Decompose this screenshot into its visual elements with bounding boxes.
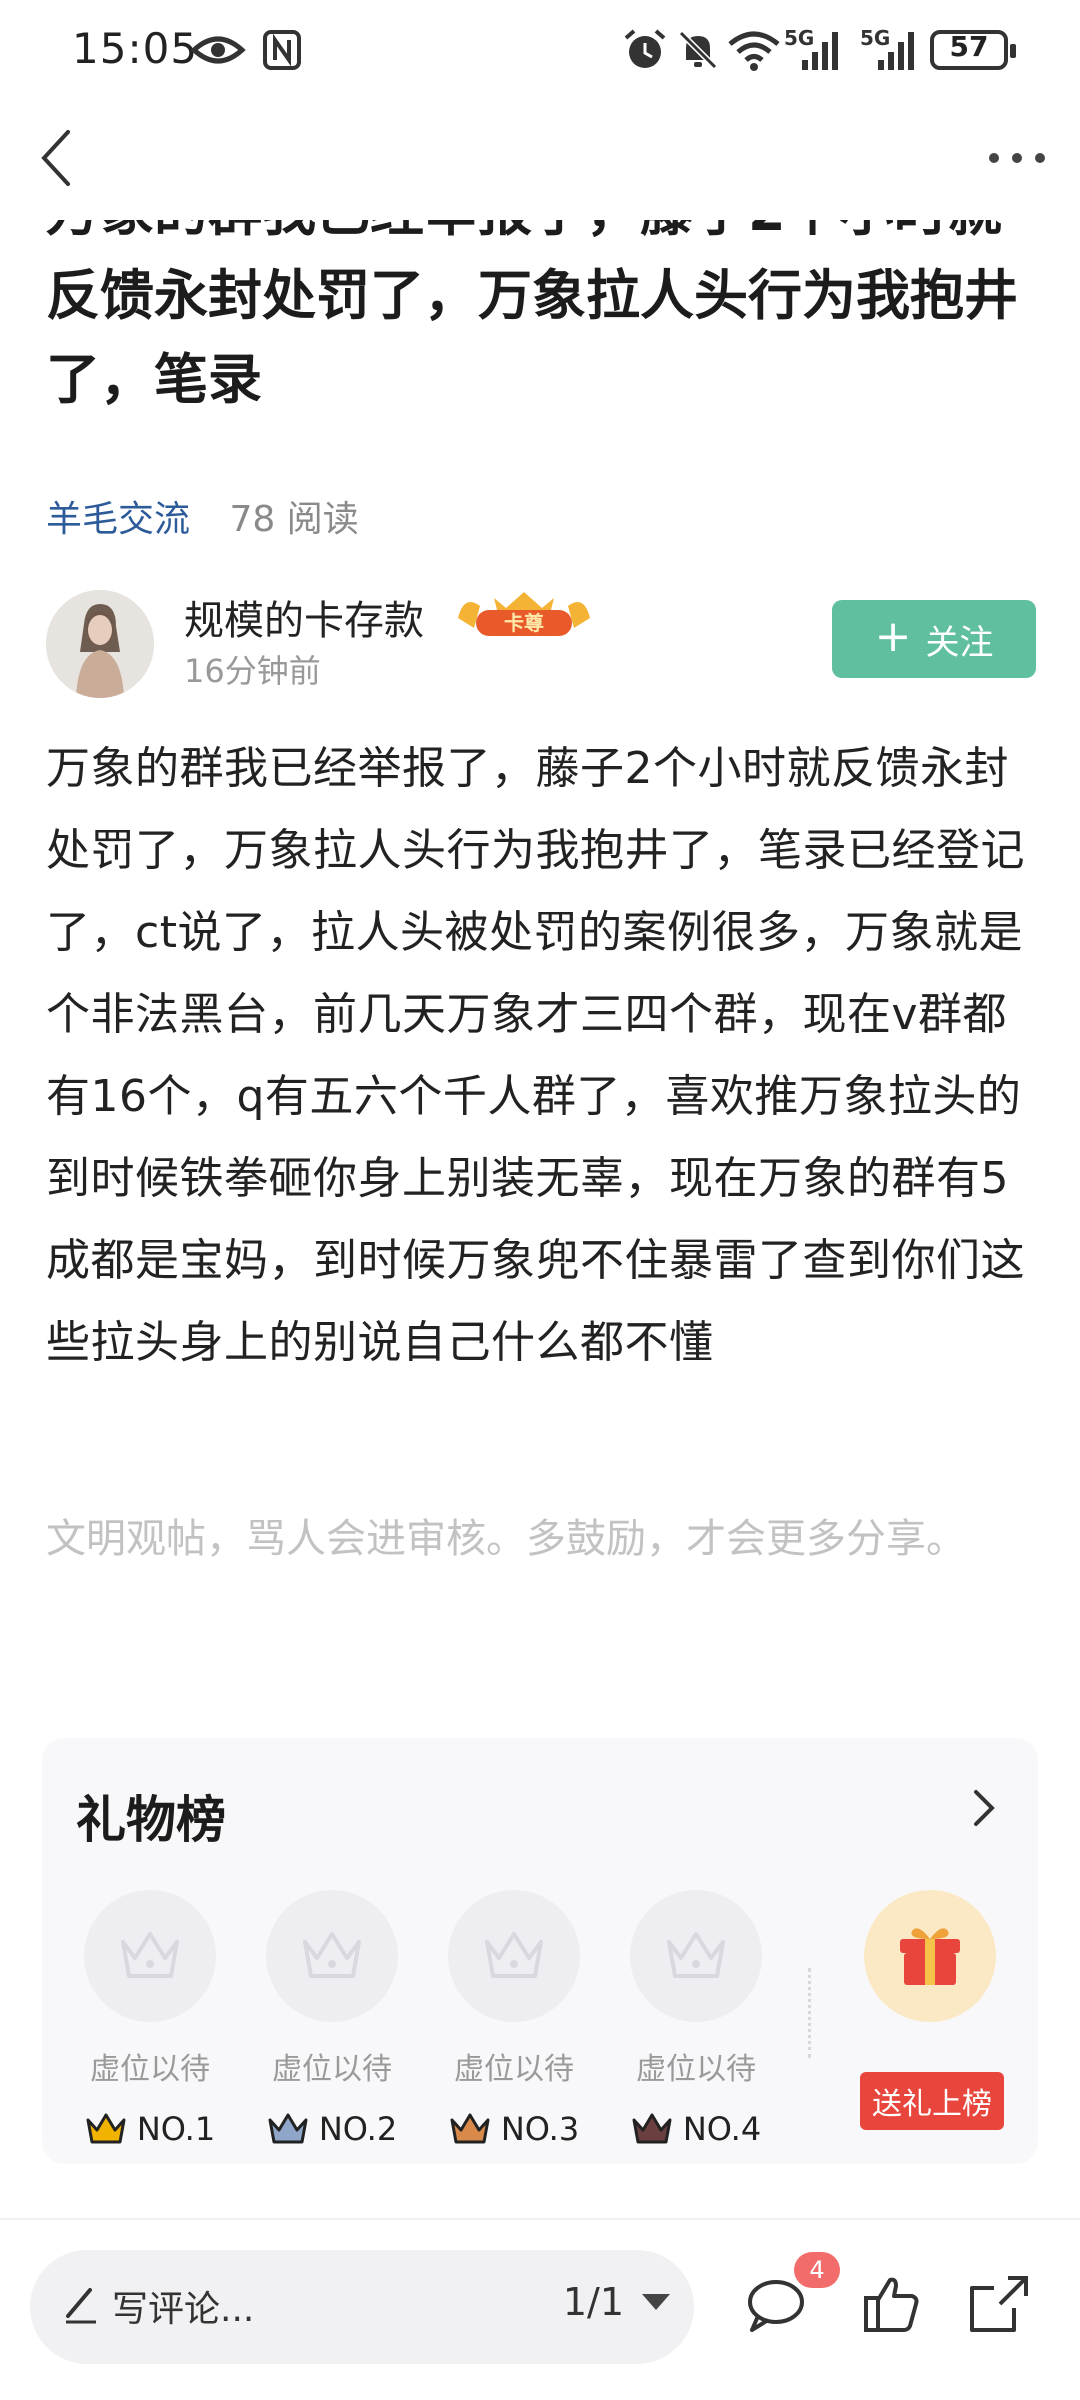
rank-label: NO.3: [444, 2110, 584, 2148]
like-icon[interactable]: [856, 2268, 928, 2340]
crown-bronze-icon: [450, 2113, 490, 2144]
crown-badge-icon: 卡尊: [458, 592, 590, 636]
post-title: 万象的群我已经举报了，藤子2个小时就反馈永封处罚了，万象拉人头行为我抱井了，笔录: [46, 220, 1018, 411]
category-link[interactable]: 羊毛交流: [46, 499, 190, 540]
post-meta: 羊毛交流 78 阅读: [46, 490, 359, 542]
comment-placeholder: 写评论...: [112, 2289, 255, 2330]
caret-down-icon[interactable]: [642, 2294, 670, 2310]
eye-icon: [190, 36, 246, 64]
gift-slot-1[interactable]: 虚位以待 NO.1: [80, 1890, 220, 2148]
empty-crown-icon: [266, 1890, 398, 2022]
author-name[interactable]: 规模的卡存款: [184, 588, 424, 646]
gift-box-icon[interactable]: [864, 1890, 996, 2022]
rank-text: NO.1: [136, 2110, 216, 2148]
battery-icon: 57: [930, 30, 1016, 70]
comment-count-badge: 4: [794, 2252, 840, 2288]
empty-crown-icon: [84, 1890, 216, 2022]
share-icon[interactable]: [962, 2268, 1034, 2340]
avatar-image: [46, 590, 154, 698]
divider: [808, 1968, 812, 2058]
rank-label: NO.2: [262, 2110, 402, 2148]
badge-label: 卡尊: [504, 611, 544, 635]
rank-label: NO.4: [626, 2110, 766, 2148]
alarm-icon: [624, 29, 666, 68]
signal-icon: [878, 32, 914, 70]
slot-label: 虚位以待: [272, 2052, 392, 2087]
avatar[interactable]: [46, 590, 154, 698]
bell-off-icon: [678, 30, 718, 70]
rank-text: NO.4: [682, 2110, 762, 2148]
gift-slot-2[interactable]: 虚位以待 NO.2: [262, 1890, 402, 2148]
comment-input[interactable]: 写评论... 1/1: [30, 2250, 694, 2364]
send-gift-button[interactable]: 送礼上榜: [860, 2072, 1004, 2130]
battery-level: 57: [949, 30, 989, 63]
more-dots-icon[interactable]: [972, 122, 1062, 194]
empty-crown-icon: [630, 1890, 762, 2022]
page-indicator[interactable]: 1/1: [563, 2280, 624, 2324]
back-button[interactable]: [24, 122, 96, 194]
pen-icon: [66, 2288, 96, 2324]
crown-silver-icon: [268, 2113, 308, 2144]
empty-crown-icon: [448, 1890, 580, 2022]
slot-label: 虚位以待: [90, 2052, 210, 2087]
nav-bar: [0, 100, 1080, 220]
title-area: 万象的群我已经举报了，藤子2个小时就反馈永封处罚了，万象拉人头行为我抱井了，笔录: [0, 220, 1080, 460]
status-time: 15:05: [72, 24, 199, 73]
post-time: 16分钟前: [184, 652, 321, 690]
signal-icon: [802, 32, 838, 70]
author-row: 规模的卡存款 卡尊 16分钟前 + 关注: [46, 588, 1036, 698]
chevron-right-icon[interactable]: [964, 1784, 1004, 1832]
crown-gold-icon: [86, 2113, 126, 2144]
gift-board: 礼物榜 虚位以待 NO.1 虚位以待 NO.2 虚位以待 NO.3 虚位以待 N…: [42, 1738, 1038, 2164]
follow-button[interactable]: + 关注: [832, 600, 1036, 678]
rank-text: NO.3: [500, 2110, 580, 2148]
read-count: 78 阅读: [229, 499, 359, 540]
rank-label: NO.1: [80, 2110, 220, 2148]
gift-slot-3[interactable]: 虚位以待 NO.3: [444, 1890, 584, 2148]
divider: [0, 2218, 1080, 2220]
crown-dark-icon: [632, 2113, 672, 2144]
follow-label: 关注: [925, 622, 994, 663]
plus-icon: +: [874, 611, 912, 662]
slot-label: 虚位以待: [454, 2052, 574, 2087]
civility-hint: 文明观帖，骂人会进审核。多鼓励，才会更多分享。: [46, 1516, 966, 1562]
gift-slot-4[interactable]: 虚位以待 NO.4: [626, 1890, 766, 2148]
status-bar: 15:05 5G 5G 57: [0, 0, 1080, 100]
nfc-icon: [263, 30, 301, 70]
slot-label: 虚位以待: [636, 2052, 756, 2087]
post-body: 万象的群我已经举报了，藤子2个小时就反馈永封处罚了，万象拉人头行为我抱井了，笔录…: [46, 743, 1025, 1368]
gift-board-title: 礼物榜: [76, 1791, 226, 1849]
wifi-icon: [728, 31, 780, 71]
rank-text: NO.2: [318, 2110, 398, 2148]
